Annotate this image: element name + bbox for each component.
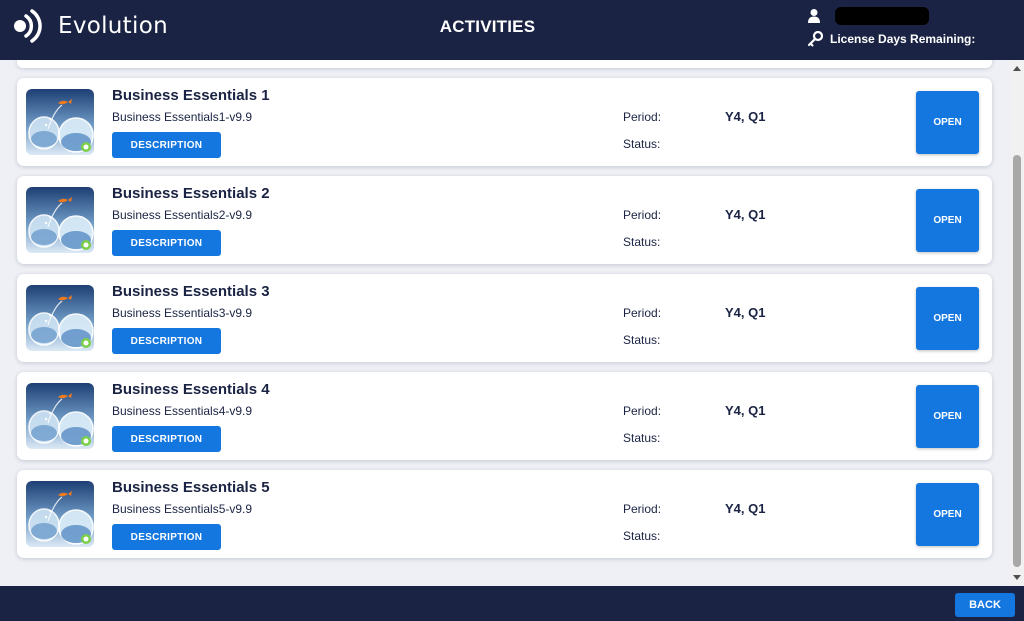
scrollbar[interactable] [1010,60,1024,586]
back-button[interactable]: BACK [955,593,1015,617]
period-label: Period: [623,110,662,124]
activity-title: Business Essentials 2 [112,185,270,202]
activity-title: Business Essentials 4 [112,381,270,398]
activity-title: Business Essentials 3 [112,283,270,300]
activity-card-partial [17,60,992,68]
open-button[interactable]: OPEN [916,189,979,252]
activity-card: Business Essentials 2 Business Essential… [17,176,992,264]
activity-card: Business Essentials 4 Business Essential… [17,372,992,460]
open-button[interactable]: OPEN [916,483,979,546]
status-label: Status: [623,235,661,249]
period-label: Period: [623,208,662,222]
scroll-down-arrow-icon[interactable] [1013,575,1021,580]
license-days-label: License Days Remaining: [830,32,976,46]
scroll-up-arrow-icon[interactable] [1013,66,1021,71]
activity-version: Business Essentials2-v9.9 [112,208,253,222]
activity-thumbnail [26,89,94,155]
description-button[interactable]: DESCRIPTION [112,230,221,256]
user-info [807,6,929,26]
period-label: Period: [623,502,662,516]
user-name-redacted [835,7,929,25]
period-label: Period: [623,306,662,320]
footer-bar: BACK [0,586,1024,621]
period-value: Y4, Q1 [725,109,766,124]
license-info: License Days Remaining: [807,31,975,47]
open-button[interactable]: OPEN [916,91,979,154]
goldfish-jump-icon [26,89,94,155]
period-value: Y4, Q1 [725,501,766,516]
activity-version: Business Essentials3-v9.9 [112,306,253,320]
period-label: Period: [623,404,662,418]
activity-card: Business Essentials 3 Business Essential… [17,274,992,362]
period-value: Y4, Q1 [725,403,766,418]
header-bar: Evolution ACTIVITIES License Days Remain… [0,0,1024,60]
activity-thumbnail [26,383,94,449]
activities-list: Business Essentials 1 Business Essential… [0,60,1024,586]
status-label: Status: [623,333,661,347]
goldfish-jump-icon [26,481,94,547]
activity-thumbnail [26,481,94,547]
open-button[interactable]: OPEN [916,385,979,448]
activity-thumbnail [26,187,94,253]
activity-version: Business Essentials1-v9.9 [112,110,253,124]
goldfish-jump-icon [26,383,94,449]
status-label: Status: [623,529,661,543]
period-value: Y4, Q1 [725,207,766,222]
scroll-thumb[interactable] [1013,155,1021,567]
activity-title: Business Essentials 1 [112,87,270,104]
status-label: Status: [623,431,661,445]
activity-thumbnail [26,285,94,351]
activity-title: Business Essentials 5 [112,479,270,496]
activity-version: Business Essentials5-v9.9 [112,502,253,516]
period-value: Y4, Q1 [725,305,766,320]
activity-card: Business Essentials 5 Business Essential… [17,470,992,558]
status-label: Status: [623,137,661,151]
open-button[interactable]: OPEN [916,287,979,350]
description-button[interactable]: DESCRIPTION [112,524,221,550]
description-button[interactable]: DESCRIPTION [112,132,221,158]
description-button[interactable]: DESCRIPTION [112,426,221,452]
goldfish-jump-icon [26,187,94,253]
activity-version: Business Essentials4-v9.9 [112,404,253,418]
user-icon [808,9,820,23]
goldfish-jump-icon [26,285,94,351]
key-icon [807,31,823,47]
activity-card: Business Essentials 1 Business Essential… [17,78,992,166]
description-button[interactable]: DESCRIPTION [112,328,221,354]
